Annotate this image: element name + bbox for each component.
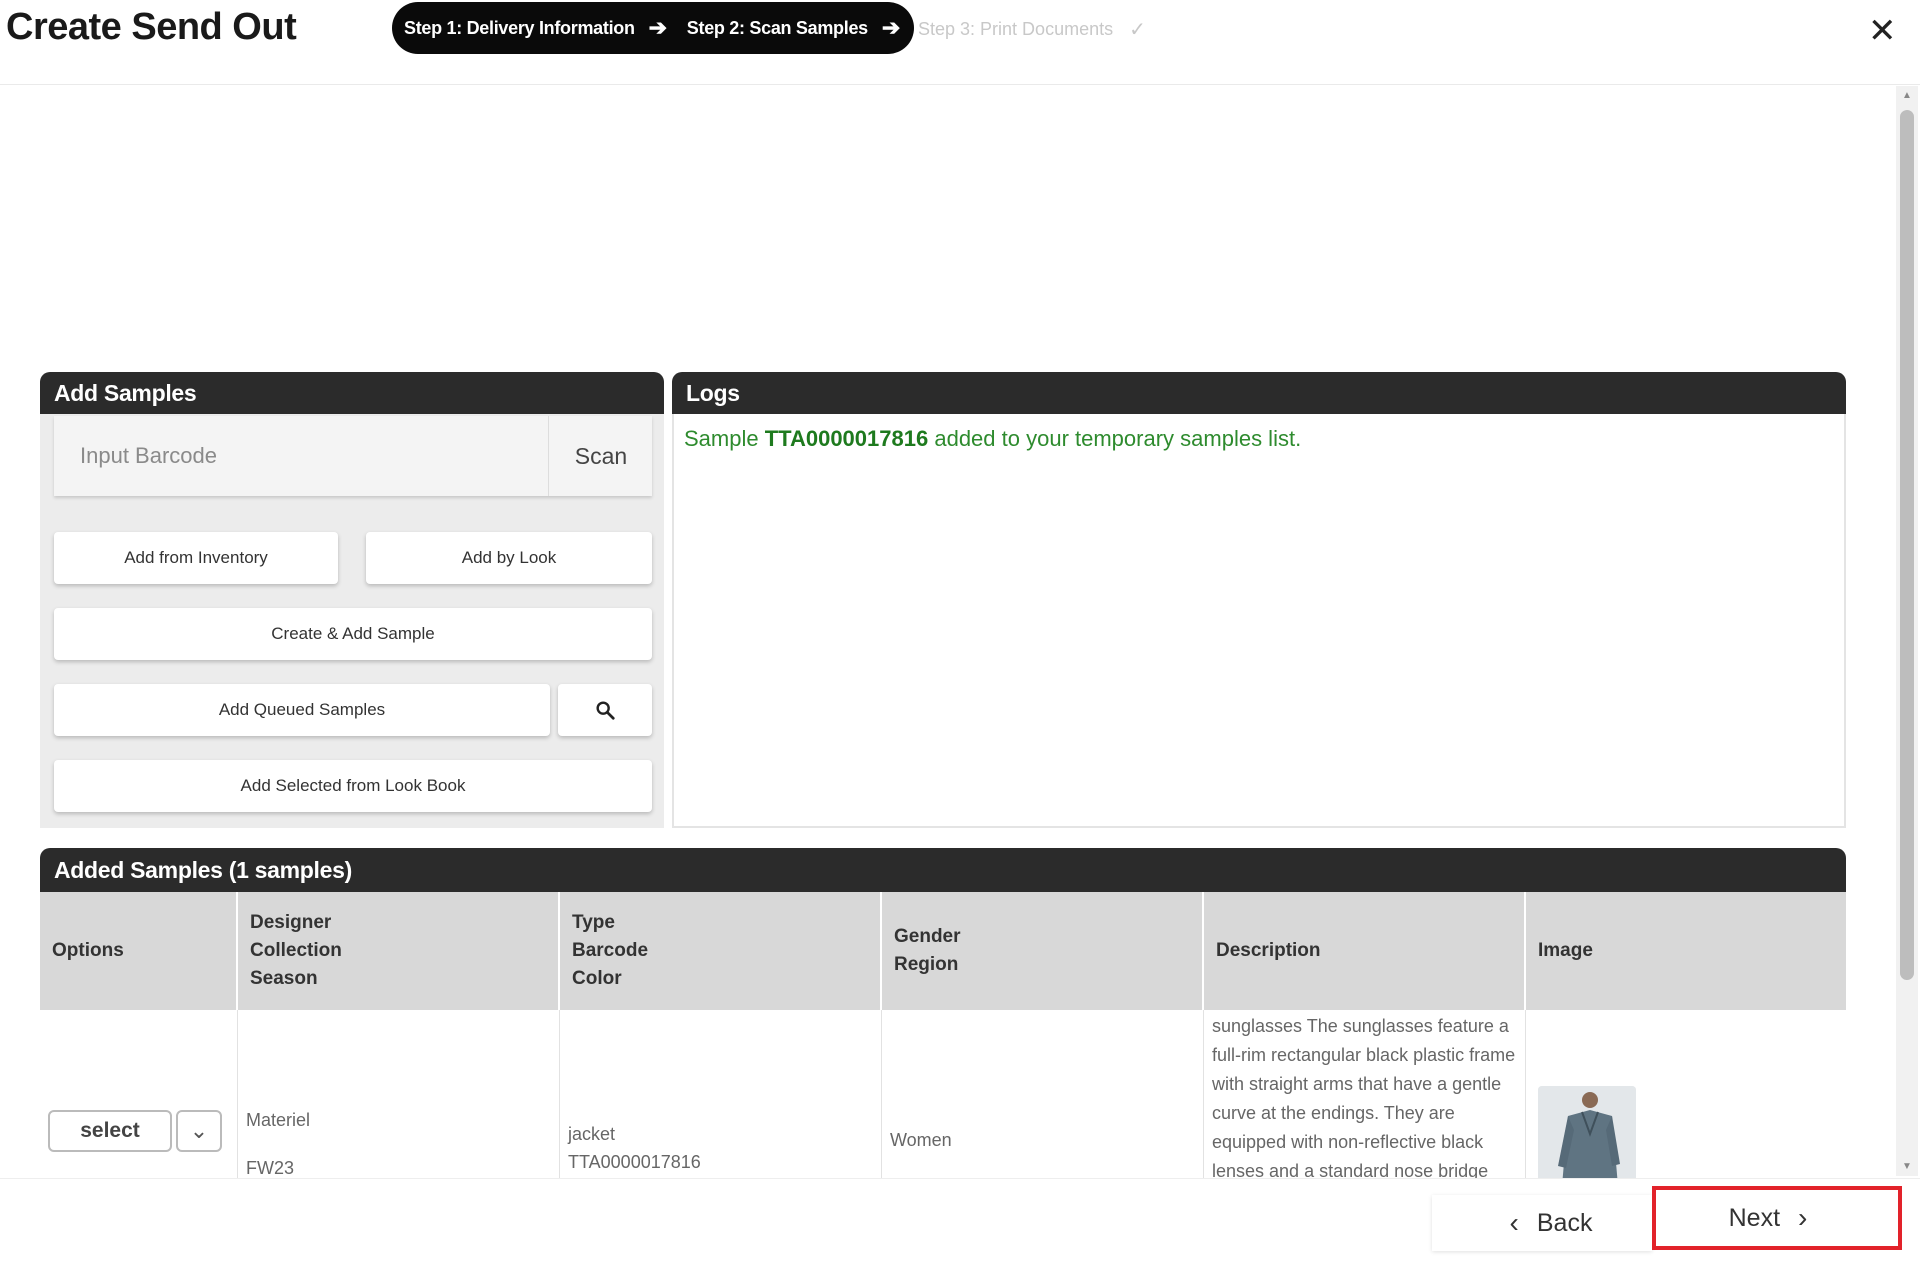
next-button[interactable]: Next › bbox=[1652, 1186, 1902, 1250]
barcode-value: TTA0000017816 bbox=[568, 1152, 701, 1172]
jacket-image-icon bbox=[1538, 1086, 1636, 1186]
log-sample-code: TTA0000017816 bbox=[764, 426, 929, 451]
log-prefix: Sample bbox=[684, 426, 759, 451]
step-print-documents: Step 3: Print Documents ✓ bbox=[918, 17, 1146, 42]
add-queued-samples-button[interactable]: Add Queued Samples bbox=[54, 684, 550, 736]
arrow-right-icon: ➔ bbox=[648, 15, 667, 40]
column-options: Options bbox=[40, 892, 238, 1010]
type-cell: jacket TTA0000017816 bbox=[560, 1010, 882, 1180]
step-label: Step 1: Delivery Information bbox=[404, 17, 635, 38]
chevron-left-icon: ‹ bbox=[1509, 1207, 1519, 1238]
gender-value: Women bbox=[890, 1130, 952, 1150]
column-label: Image bbox=[1538, 940, 1593, 961]
samples-table-header: Options Designer Collection Season Type … bbox=[40, 892, 1846, 1010]
page-title: Create Send Out bbox=[6, 6, 297, 48]
column-image: Image bbox=[1526, 892, 1846, 1010]
table-row: select ⌄ Materiel FW23 jacket TTA0000017… bbox=[40, 1010, 1846, 1186]
barcode-input-group: Scan bbox=[54, 416, 652, 496]
image-cell bbox=[1526, 1010, 1846, 1186]
add-samples-panel: Scan Add from Inventory Add by Look Crea… bbox=[40, 414, 664, 828]
sample-image[interactable] bbox=[1538, 1086, 1636, 1186]
add-selected-from-lookbook-button[interactable]: Add Selected from Look Book bbox=[54, 760, 652, 812]
modal-footer: ‹ Back Next › bbox=[0, 1178, 1920, 1265]
column-gender-region: Gender Region bbox=[882, 892, 1204, 1010]
column-label: Type bbox=[572, 912, 615, 933]
back-label: Back bbox=[1536, 1208, 1593, 1237]
barcode-input[interactable] bbox=[54, 416, 548, 496]
logs-header: Logs bbox=[672, 372, 1846, 414]
add-samples-header: Add Samples bbox=[40, 372, 664, 414]
type-value: jacket bbox=[568, 1124, 616, 1144]
chevron-right-icon: › bbox=[1798, 1202, 1808, 1233]
options-cell: select ⌄ bbox=[40, 1010, 238, 1180]
log-entry: Sample TTA0000017816 added to your tempo… bbox=[684, 426, 1301, 452]
add-by-look-button[interactable]: Add by Look bbox=[366, 532, 652, 584]
modal-header: Create Send Out Step 1: Delivery Informa… bbox=[0, 0, 1920, 85]
step-scan-samples[interactable]: Step 2: Scan Samples ➔ bbox=[686, 15, 901, 41]
column-label: Designer bbox=[250, 912, 332, 933]
description-cell: sunglasses The sunglasses feature a full… bbox=[1204, 1010, 1526, 1180]
column-label: Color bbox=[572, 968, 622, 989]
column-label: Season bbox=[250, 968, 318, 989]
column-label: Description bbox=[1216, 940, 1321, 961]
column-designer-collection-season: Designer Collection Season bbox=[238, 892, 560, 1010]
column-description: Description bbox=[1204, 892, 1526, 1010]
column-label: Region bbox=[894, 954, 959, 975]
next-label: Next bbox=[1728, 1203, 1781, 1232]
column-label: Barcode bbox=[572, 940, 649, 961]
column-label: Gender bbox=[894, 926, 961, 947]
log-suffix: added to your temporary samples list. bbox=[934, 426, 1302, 451]
scroll-up-icon[interactable]: ▲ bbox=[1902, 90, 1912, 101]
add-from-inventory-button[interactable]: Add from Inventory bbox=[54, 532, 338, 584]
description-value: sunglasses The sunglasses feature a full… bbox=[1212, 1016, 1516, 1180]
gender-cell: Women bbox=[882, 1010, 1204, 1180]
designer-value: Materiel bbox=[246, 1110, 311, 1130]
column-label: Collection bbox=[250, 940, 342, 961]
search-icon bbox=[596, 701, 615, 720]
chevron-down-icon[interactable]: ⌄ bbox=[176, 1110, 222, 1152]
stepper: Step 1: Delivery Information ➔ Step 2: S… bbox=[392, 2, 915, 54]
search-queued-button[interactable] bbox=[558, 684, 652, 736]
create-add-sample-button[interactable]: Create & Add Sample bbox=[54, 608, 652, 660]
scrollbar-thumb[interactable] bbox=[1900, 110, 1914, 980]
scan-button[interactable]: Scan bbox=[548, 416, 653, 496]
column-type-barcode-color: Type Barcode Color bbox=[560, 892, 882, 1010]
designer-cell: Materiel FW23 bbox=[238, 1010, 560, 1180]
step-label: Step 3: Print Documents bbox=[918, 19, 1114, 39]
back-button[interactable]: ‹ Back bbox=[1432, 1195, 1652, 1251]
column-label: Options bbox=[52, 940, 124, 961]
vertical-scrollbar[interactable]: ▲ ▼ bbox=[1896, 86, 1918, 1176]
scroll-down-icon[interactable]: ▼ bbox=[1902, 1161, 1912, 1172]
check-icon: ✓ bbox=[1129, 19, 1146, 41]
close-icon[interactable]: ✕ bbox=[1868, 14, 1897, 48]
select-button[interactable]: select bbox=[48, 1110, 172, 1152]
logs-panel: Sample TTA0000017816 added to your tempo… bbox=[672, 414, 1846, 828]
added-samples-header: Added Samples (1 samples) bbox=[40, 848, 1846, 892]
arrow-right-icon: ➔ bbox=[881, 15, 901, 40]
step-delivery-information[interactable]: Step 1: Delivery Information ➔ bbox=[404, 15, 667, 41]
season-value: FW23 bbox=[246, 1158, 295, 1178]
step-label: Step 2: Scan Samples bbox=[686, 17, 868, 38]
